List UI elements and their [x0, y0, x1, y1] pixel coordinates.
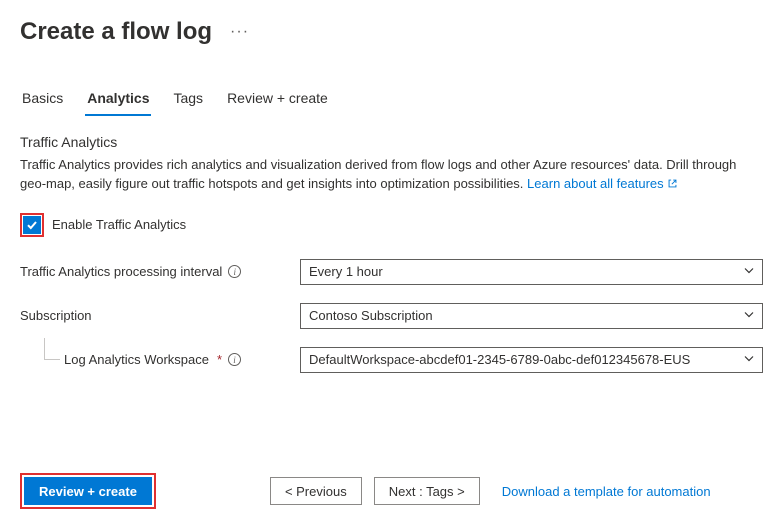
tree-connector-line: [44, 338, 60, 360]
chevron-down-icon: [743, 308, 755, 323]
checkmark-icon: [26, 219, 38, 231]
interval-select[interactable]: Every 1 hour: [300, 259, 763, 285]
enable-traffic-analytics-checkbox[interactable]: [23, 216, 41, 234]
page-title: Create a flow log: [20, 18, 212, 46]
interval-value: Every 1 hour: [309, 264, 383, 279]
workspace-value: DefaultWorkspace-abcdef01-2345-6789-0abc…: [309, 352, 690, 367]
tab-basics[interactable]: Basics: [20, 84, 65, 116]
section-heading: Traffic Analytics: [20, 134, 763, 150]
learn-more-label: Learn about all features: [527, 176, 664, 191]
required-asterisk: *: [217, 352, 222, 367]
external-link-icon: [667, 176, 678, 195]
tab-bar: Basics Analytics Tags Review + create: [0, 56, 783, 116]
enable-traffic-analytics-label: Enable Traffic Analytics: [52, 217, 186, 232]
subscription-select[interactable]: Contoso Subscription: [300, 303, 763, 329]
chevron-down-icon: [743, 264, 755, 279]
tab-review-create[interactable]: Review + create: [225, 84, 330, 116]
tab-tags[interactable]: Tags: [171, 84, 205, 116]
next-button[interactable]: Next : Tags >: [374, 477, 480, 505]
review-create-highlight: Review + create: [20, 473, 156, 509]
learn-more-link[interactable]: Learn about all features: [527, 176, 678, 191]
enable-checkbox-highlight: [20, 213, 44, 237]
more-actions-icon[interactable]: ···: [230, 23, 249, 41]
section-description: Traffic Analytics provides rich analytic…: [20, 156, 763, 195]
tab-analytics[interactable]: Analytics: [85, 84, 151, 116]
info-icon[interactable]: i: [228, 353, 241, 366]
workspace-label: Log Analytics Workspace: [64, 352, 209, 367]
workspace-select[interactable]: DefaultWorkspace-abcdef01-2345-6789-0abc…: [300, 347, 763, 373]
interval-label: Traffic Analytics processing interval: [20, 264, 222, 279]
previous-button[interactable]: < Previous: [270, 477, 362, 505]
chevron-down-icon: [743, 352, 755, 367]
subscription-value: Contoso Subscription: [309, 308, 433, 323]
download-template-link[interactable]: Download a template for automation: [502, 484, 711, 499]
review-create-button[interactable]: Review + create: [24, 477, 152, 505]
info-icon[interactable]: i: [228, 265, 241, 278]
subscription-label: Subscription: [20, 308, 92, 323]
